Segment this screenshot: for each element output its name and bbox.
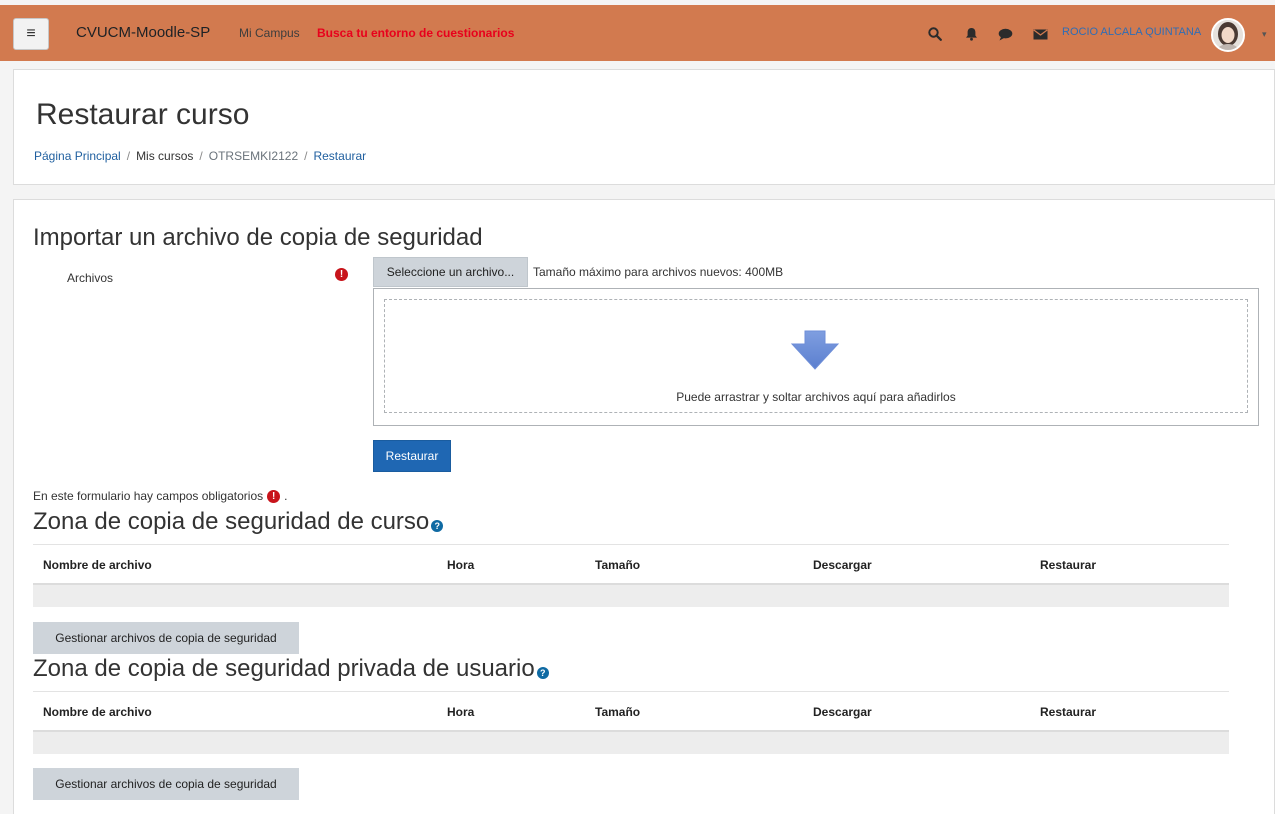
mi-campus-link[interactable]: Mi Campus bbox=[239, 26, 300, 40]
site-brand-link[interactable]: CVUCM-Moodle-SP bbox=[76, 24, 210, 41]
user-backup-zone-title: Zona de copia de seguridad privada de us… bbox=[33, 655, 549, 683]
breadcrumb: Página Principal / Mis cursos / OTRSEMKI… bbox=[34, 149, 366, 163]
select-file-button[interactable]: Seleccione un archivo... bbox=[373, 257, 528, 287]
col-restore: Restaurar bbox=[1040, 705, 1097, 719]
top-navbar: ≡ CVUCM-Moodle-SP Mi Campus Busca tu ent… bbox=[0, 5, 1275, 61]
col-time: Hora bbox=[447, 705, 475, 719]
restore-button[interactable]: Restaurar bbox=[373, 440, 451, 472]
user-backup-zone-title-text: Zona de copia de seguridad privada de us… bbox=[33, 655, 535, 682]
breadcrumb-restore[interactable]: Restaurar bbox=[313, 149, 366, 163]
required-icon: ! bbox=[335, 268, 348, 281]
course-backup-table: Nombre de archivo Hora Tamaño Descargar … bbox=[33, 544, 1229, 607]
drop-zone-text: Puede arrastrar y soltar archivos aquí p… bbox=[676, 390, 956, 404]
required-note-period: . bbox=[284, 489, 288, 503]
breadcrumb-home[interactable]: Página Principal bbox=[34, 149, 121, 163]
breadcrumb-course[interactable]: OTRSEMKI2122 bbox=[209, 149, 298, 163]
table-empty-row bbox=[33, 585, 1229, 607]
breadcrumb-separator: / bbox=[304, 149, 308, 163]
quiz-environment-link[interactable]: Busca tu entorno de cuestionarios bbox=[317, 26, 514, 40]
table-header: Nombre de archivo Hora Tamaño Descargar … bbox=[33, 544, 1229, 585]
course-backup-zone-title: Zona de copia de seguridad de curso ? bbox=[33, 508, 444, 536]
breadcrumb-my-courses: Mis cursos bbox=[136, 149, 194, 163]
user-avatar[interactable] bbox=[1211, 18, 1245, 52]
breadcrumb-separator: / bbox=[126, 149, 131, 163]
required-icon: ! bbox=[267, 489, 281, 503]
col-size: Tamaño bbox=[595, 705, 641, 719]
chevron-down-icon[interactable]: ▾ bbox=[1262, 29, 1267, 40]
page-header: Restaurar curso Página Principal / Mis c… bbox=[13, 69, 1275, 185]
chat-icon[interactable] bbox=[996, 25, 1014, 43]
col-time: Hora bbox=[447, 558, 475, 572]
col-size: Tamaño bbox=[595, 558, 641, 572]
help-icon[interactable]: ? bbox=[536, 667, 549, 679]
manage-backup-files-button[interactable]: Gestionar archivos de copia de seguridad bbox=[33, 768, 299, 800]
help-icon[interactable]: ? bbox=[431, 520, 444, 532]
bell-icon[interactable] bbox=[962, 25, 980, 43]
file-drop-zone[interactable]: Puede arrastrar y soltar archivos aquí p… bbox=[373, 288, 1259, 426]
table-header: Nombre de archivo Hora Tamaño Descargar … bbox=[33, 691, 1229, 732]
page-title: Restaurar curso bbox=[36, 98, 250, 131]
manage-backup-files-button[interactable]: Gestionar archivos de copia de seguridad bbox=[33, 622, 299, 654]
menu-icon: ≡ bbox=[26, 25, 36, 42]
col-download: Descargar bbox=[813, 705, 872, 719]
col-file-name: Nombre de archivo bbox=[43, 705, 152, 719]
user-backup-table: Nombre de archivo Hora Tamaño Descargar … bbox=[33, 691, 1229, 754]
table-empty-row bbox=[33, 732, 1229, 754]
breadcrumb-separator: / bbox=[199, 149, 203, 163]
search-icon[interactable] bbox=[926, 25, 944, 43]
col-file-name: Nombre de archivo bbox=[43, 558, 152, 572]
required-fields-note: En este formulario hay campos obligatori… bbox=[33, 489, 287, 503]
import-section-title: Importar un archivo de copia de segurida… bbox=[33, 224, 483, 251]
max-file-size-text: Tamaño máximo para archivos nuevos: 400M… bbox=[533, 265, 784, 279]
user-name-link[interactable]: ROCIO ALCALA QUINTANA bbox=[1062, 26, 1201, 38]
download-arrow-icon bbox=[790, 330, 840, 370]
col-download: Descargar bbox=[813, 558, 872, 572]
files-label: Archivos bbox=[67, 271, 114, 285]
required-note-text: En este formulario hay campos obligatori… bbox=[33, 489, 264, 503]
envelope-icon[interactable] bbox=[1031, 25, 1049, 43]
main-content: Importar un archivo de copia de segurida… bbox=[13, 199, 1275, 814]
drop-zone-inner[interactable]: Puede arrastrar y soltar archivos aquí p… bbox=[384, 299, 1248, 413]
menu-toggle-button[interactable]: ≡ bbox=[13, 18, 49, 50]
col-restore: Restaurar bbox=[1040, 558, 1097, 572]
course-backup-zone-title-text: Zona de copia de seguridad de curso bbox=[33, 508, 430, 535]
